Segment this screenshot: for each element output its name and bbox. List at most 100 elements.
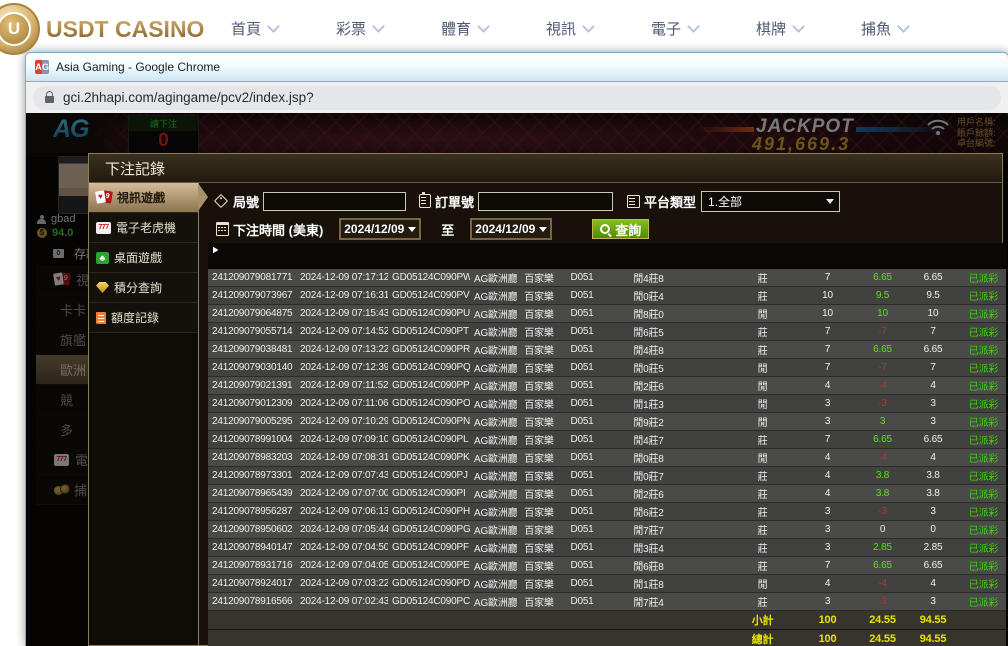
- search-button[interactable]: 查詢: [592, 219, 649, 239]
- chevron-down-icon: [477, 20, 490, 33]
- cell-result: 閒7莊7: [603, 521, 694, 539]
- nav-item-label: 捕魚: [861, 18, 891, 39]
- cell-order: 241209079073967: [208, 287, 296, 305]
- nav-item-cards[interactable]: 棋牌: [727, 18, 832, 39]
- cell-result: 閒0莊4: [603, 287, 694, 305]
- platform-type-select[interactable]: 1.全部: [701, 191, 840, 212]
- cell-round: GD05124C090PP: [388, 377, 470, 395]
- cell-bet: 3: [795, 539, 860, 557]
- ag-favicon-icon: A G: [35, 60, 49, 74]
- nav-item-sports[interactable]: 體育: [412, 18, 517, 39]
- nav-item-lottery[interactable]: 彩票: [307, 18, 412, 39]
- cell-payout: 9.5: [860, 287, 905, 305]
- nav-item-slots[interactable]: 電子: [622, 18, 727, 39]
- cell-bet: 4: [795, 377, 860, 395]
- cell-result: 閒0莊7: [603, 467, 694, 485]
- cell-order: 241209079055714: [208, 323, 296, 341]
- menu-item-quota-records[interactable]: 額度記錄: [89, 303, 198, 333]
- cell-payout: -7: [860, 359, 905, 377]
- window-titlebar[interactable]: A G Asia Gaming - Google Chrome: [26, 53, 1008, 82]
- date-to-picker[interactable]: 2024/12/09: [470, 218, 552, 240]
- cell-valid: 6.65: [905, 431, 961, 449]
- table-row: 241209078931716 2024-12-09 07:04:05 GD05…: [208, 557, 1006, 575]
- cell-result: 閒1莊8: [603, 575, 694, 593]
- site-logo[interactable]: U USDT CASINO: [0, 3, 204, 55]
- cell-table: D051: [561, 575, 603, 593]
- cell-game: 百家樂: [517, 305, 561, 323]
- nav-item-home[interactable]: 首頁: [202, 18, 307, 39]
- cell-payout: 10: [860, 305, 905, 323]
- subtotal-valid: 94.55: [905, 611, 961, 630]
- cell-playtype: 莊: [730, 431, 795, 449]
- table-header-row: [208, 243, 1006, 269]
- cell-round: GD05124C090PE: [388, 557, 470, 575]
- search-icon: [600, 224, 610, 234]
- cell-valid: 6.65: [905, 557, 961, 575]
- cell-bet: 7: [795, 359, 860, 377]
- menu-item-slot-machines[interactable]: 電子老虎機: [89, 213, 198, 243]
- cell-result: 閒6莊8: [603, 557, 694, 575]
- menu-item-points-query[interactable]: 積分查詢: [89, 273, 198, 303]
- date-from-picker[interactable]: 2024/12/09: [339, 218, 421, 240]
- chevron-down-icon: [267, 20, 280, 33]
- subtotal-label: 小計: [730, 611, 795, 630]
- cell-table: D051: [561, 521, 603, 539]
- cell-video: [694, 557, 730, 575]
- cell-platform: AG歐洲廳: [470, 341, 517, 359]
- cell-time: 2024-12-09 07:07:43: [296, 467, 388, 485]
- column-header-video: [694, 243, 730, 269]
- cell-platform: AG歐洲廳: [470, 287, 517, 305]
- cell-platform: AG歐洲廳: [470, 431, 517, 449]
- cell-game: 百家樂: [517, 377, 561, 395]
- cell-game: 百家樂: [517, 503, 561, 521]
- nav-item-fishing[interactable]: 捕魚: [832, 18, 937, 39]
- cell-game: 百家樂: [517, 395, 561, 413]
- table-row: 241209078965439 2024-12-09 07:07:00 GD05…: [208, 485, 1006, 503]
- column-header-game: [517, 243, 561, 269]
- menu-item-label: 電子老虎機: [116, 219, 176, 236]
- cell-result: 閒7莊4: [603, 593, 694, 611]
- cell-game: 百家樂: [517, 557, 561, 575]
- menu-item-table-games[interactable]: 桌面遊戲: [89, 243, 198, 273]
- nav-item-label: 棋牌: [756, 18, 786, 39]
- order-number-input[interactable]: [478, 192, 613, 211]
- table-row: 241209078950602 2024-12-09 07:05:44 GD05…: [208, 521, 1006, 539]
- cell-payout: -4: [860, 575, 905, 593]
- cell-result: 閒4莊8: [603, 269, 694, 287]
- status-badge: 已派彩: [961, 575, 1006, 593]
- address-field[interactable]: gci.2hhapi.com/agingame/pcv2/index.jsp?: [33, 86, 1001, 110]
- cell-bet: 7: [795, 431, 860, 449]
- subtotal-payout: 24.55: [860, 611, 905, 630]
- cell-bet: 4: [795, 449, 860, 467]
- cell-order: 241209078924017: [208, 575, 296, 593]
- cell-playtype: 莊: [730, 287, 795, 305]
- status-badge: 已派彩: [961, 287, 1006, 305]
- cell-round: GD05124C090PL: [388, 431, 470, 449]
- cell-table: D051: [561, 305, 603, 323]
- window-title: Asia Gaming - Google Chrome: [56, 60, 220, 74]
- dropdown-arrow-icon: [408, 227, 416, 232]
- cell-time: 2024-12-09 07:05:44: [296, 521, 388, 539]
- cell-table: D051: [561, 467, 603, 485]
- cell-platform: AG歐洲廳: [470, 467, 517, 485]
- cards-icon: [96, 191, 112, 204]
- nav-item-live[interactable]: 視訊: [517, 18, 622, 39]
- round-number-input[interactable]: [263, 192, 406, 211]
- cell-game: 百家樂: [517, 413, 561, 431]
- bet-records-modal: 下注記錄 視訊遊戲 電子老虎機 桌面遊戲 積分查詢: [88, 153, 1003, 646]
- cell-result: 閒4莊8: [603, 341, 694, 359]
- menu-item-video-games[interactable]: 視訊遊戲: [89, 183, 198, 213]
- cell-order: 241209079005295: [208, 413, 296, 431]
- cell-payout: -3: [860, 503, 905, 521]
- cell-table: D051: [561, 431, 603, 449]
- cell-playtype: 莊: [730, 503, 795, 521]
- cell-round: GD05124C090PV: [388, 287, 470, 305]
- cell-table: D051: [561, 323, 603, 341]
- cell-video: [694, 395, 730, 413]
- chevron-down-icon: [372, 20, 385, 33]
- cell-round: GD05124C090PD: [388, 575, 470, 593]
- cell-result: 閒0莊5: [603, 359, 694, 377]
- cell-video: [694, 539, 730, 557]
- cell-payout: 6.65: [860, 269, 905, 287]
- cell-result: 閒6莊5: [603, 323, 694, 341]
